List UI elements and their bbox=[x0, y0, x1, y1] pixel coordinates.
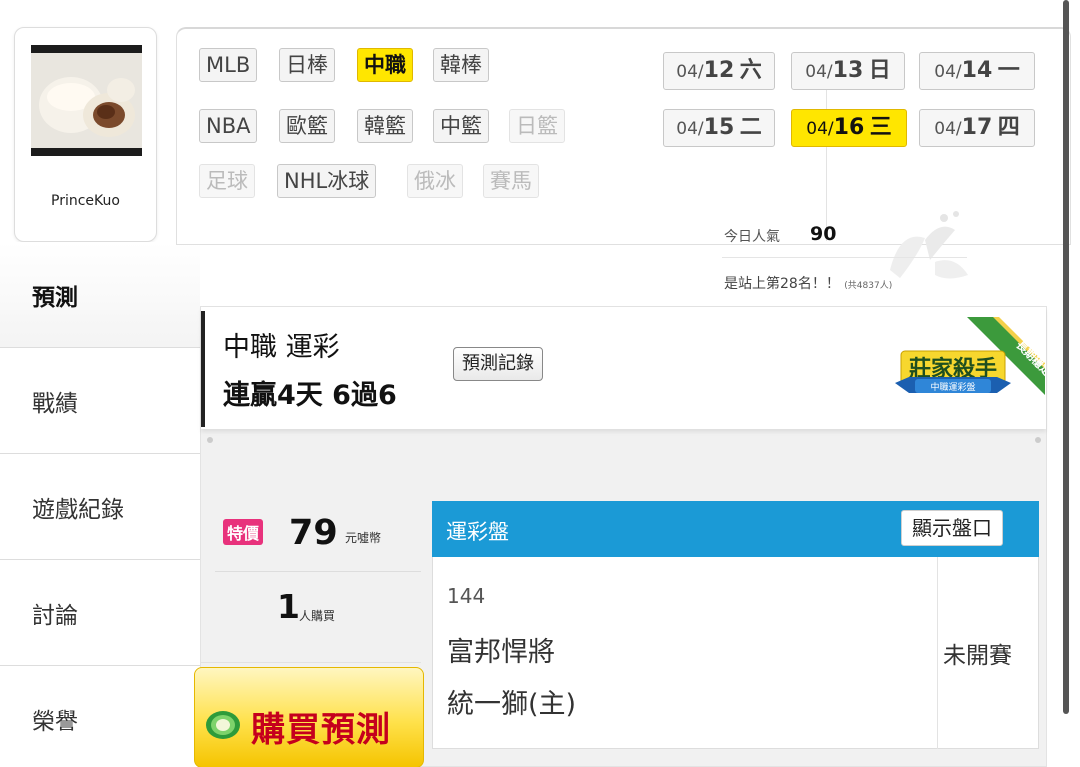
header-accent-bar bbox=[201, 311, 205, 427]
menu-item-predict[interactable]: 預測 bbox=[0, 242, 200, 348]
prediction-streak: 連贏4天 6過6 bbox=[223, 380, 397, 411]
away-team: 富邦悍將 bbox=[447, 637, 555, 668]
date-0415[interactable]: 04/15 二 bbox=[663, 109, 775, 147]
rank-text: 是站上第28名！！ (共4837人) bbox=[724, 276, 893, 292]
date-0412[interactable]: 04/12 六 bbox=[663, 52, 775, 90]
user-profile-card[interactable]: PrinceKuo bbox=[14, 27, 157, 242]
special-price-tag: 特價 bbox=[223, 519, 264, 545]
divider bbox=[201, 662, 421, 663]
username: PrinceKuo bbox=[51, 193, 120, 209]
league-nhl[interactable]: NHL冰球 bbox=[277, 164, 377, 198]
league-nba[interactable]: NBA bbox=[199, 109, 258, 143]
panel-divider bbox=[826, 76, 827, 241]
prediction-header: 中職 運彩 連贏4天 6過6 預測記錄 長期穩定 莊家殺手 中職運彩盤 bbox=[201, 307, 1046, 429]
price-unit: 元噓幣 bbox=[345, 531, 382, 545]
date-0414[interactable]: 04/14 一 bbox=[919, 52, 1035, 90]
odds-title: 運彩盤 bbox=[446, 520, 509, 544]
buyers-count: 1 bbox=[277, 587, 300, 626]
league-china-basketball[interactable]: 中籃 bbox=[433, 109, 489, 143]
svg-text:中職運彩盤: 中職運彩盤 bbox=[930, 381, 975, 393]
game-status: 未開賽 bbox=[943, 643, 1012, 669]
league-korea-basketball[interactable]: 韓籃 bbox=[357, 109, 413, 143]
menu-item-record[interactable]: 戰績 bbox=[0, 348, 200, 454]
page-scrollbar[interactable] bbox=[1063, 0, 1069, 714]
dealer-killer-badge-icon: 長期穩定 莊家殺手 中職運彩盤 bbox=[895, 317, 1045, 395]
popularity-label: 今日人氣 bbox=[724, 229, 780, 245]
prediction-card: 中職 運彩 連贏4天 6過6 預測記錄 長期穩定 莊家殺手 中職運彩盤 特價 7… bbox=[194, 306, 1047, 767]
league-cpbl[interactable]: 中職 bbox=[357, 48, 413, 82]
league-japan-basketball: 日籃 bbox=[509, 109, 565, 143]
prediction-record-button[interactable]: 預測記錄 bbox=[453, 347, 543, 381]
prediction-title: 中職 運彩 bbox=[223, 332, 340, 363]
odds-divider bbox=[937, 557, 938, 749]
buy-prediction-button[interactable]: 購買預測 bbox=[194, 667, 424, 767]
rank-count: (共4837人) bbox=[844, 281, 893, 291]
popularity-divider bbox=[722, 257, 967, 258]
league-euro-basketball[interactable]: 歐籃 bbox=[279, 109, 335, 143]
date-0417[interactable]: 04/17 四 bbox=[919, 109, 1035, 147]
menu-item-game-history[interactable]: 遊戲紀錄 bbox=[0, 454, 200, 560]
brand-watermark-icon bbox=[890, 211, 968, 279]
league-kbo[interactable]: 韓棒 bbox=[433, 48, 489, 82]
league-soccer: 足球 bbox=[199, 164, 255, 198]
date-0416[interactable]: 04/16 三 bbox=[791, 109, 907, 147]
date-0413[interactable]: 04/13 日 bbox=[791, 52, 905, 90]
price-value: 79 bbox=[289, 513, 338, 553]
league-npb[interactable]: 日棒 bbox=[279, 48, 335, 82]
league-mlb[interactable]: MLB bbox=[199, 48, 258, 82]
coin-icon bbox=[206, 711, 240, 739]
popularity-value: 90 bbox=[810, 223, 837, 245]
menu-item-discussion[interactable]: 討論 bbox=[0, 560, 200, 666]
home-team: 統一獅(主) bbox=[447, 689, 577, 720]
divider bbox=[215, 571, 421, 572]
show-odds-button[interactable]: 顯示盤口 bbox=[901, 510, 1003, 546]
buy-prediction-label: 購買預測 bbox=[251, 710, 391, 750]
menu-item-honor[interactable]: 榮譽 bbox=[0, 666, 200, 767]
game-number: 144 bbox=[447, 584, 486, 608]
league-horse-racing: 賽馬 bbox=[483, 164, 539, 198]
league-khl: 俄冰 bbox=[407, 164, 463, 198]
odds-panel: 運彩盤 顯示盤口 144 富邦悍將 統一獅(主) 未開賽 bbox=[432, 501, 1039, 749]
buyers-unit: 人購買 bbox=[299, 609, 336, 623]
odds-header: 運彩盤 顯示盤口 bbox=[432, 501, 1039, 557]
avatar[interactable] bbox=[31, 45, 142, 156]
pin-dot bbox=[1035, 437, 1041, 443]
pin-dot bbox=[207, 437, 213, 443]
page-root: PrinceKuo 預測 戰績 遊戲紀錄 討論 榮譽 MLB 日棒 中職 韓棒 … bbox=[0, 0, 1080, 767]
